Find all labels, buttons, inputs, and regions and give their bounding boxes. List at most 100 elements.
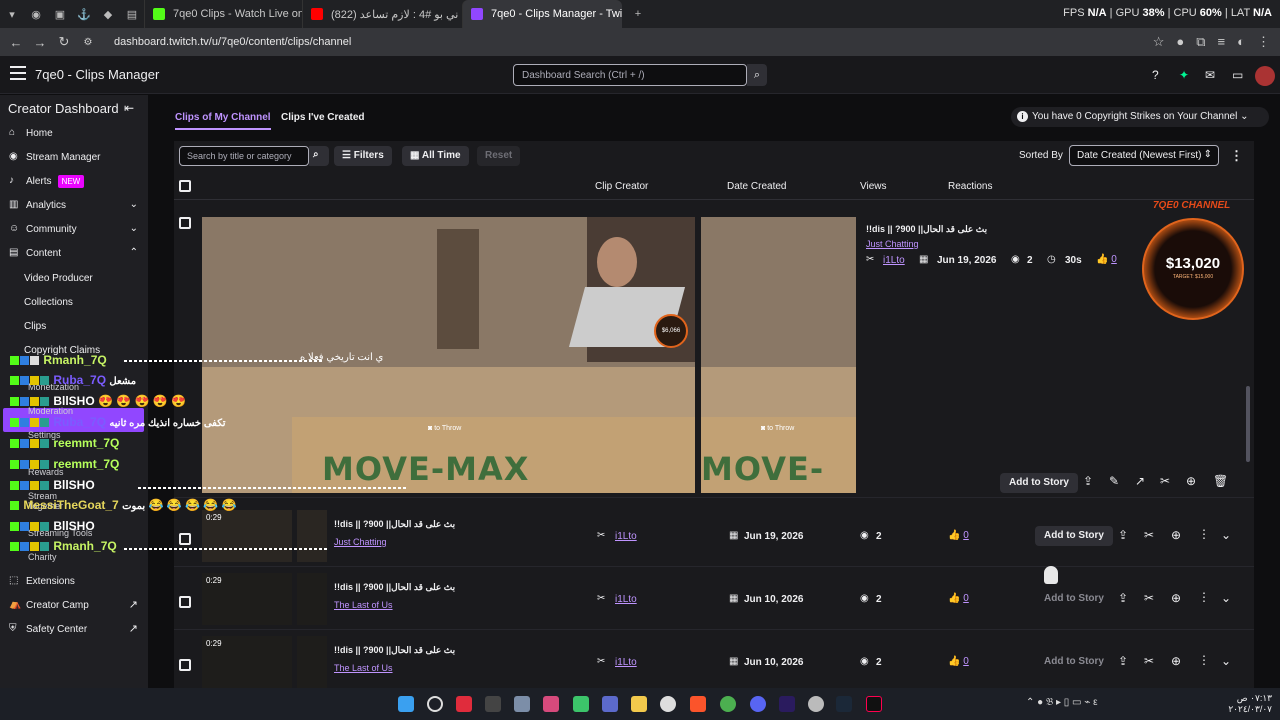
clip-search-input[interactable]: Search by title or category [179, 146, 309, 166]
share-icon[interactable]: ⇪ [1118, 528, 1128, 542]
scissors-icon[interactable]: ✂ [1144, 528, 1154, 542]
sort-select[interactable]: Date Created (Newest First) ⇕ [1069, 145, 1219, 166]
sidebar-item-home[interactable]: ⌂ Home [0, 122, 148, 144]
row-checkbox[interactable] [179, 659, 191, 671]
whispers-icon[interactable]: ▭ [1232, 68, 1243, 82]
app-icon[interactable] [808, 696, 824, 712]
new-tab-button[interactable]: + [626, 0, 650, 28]
more-options-icon[interactable]: ⋮ [1198, 653, 1210, 667]
sidebar-item-analytics[interactable]: ▥ Analytics ⌄ [0, 194, 148, 216]
add-to-story-button[interactable]: Add to Story [1035, 526, 1113, 546]
clip-preview-video[interactable]: MOVE-MAX $6,066 ◙ to Throw [202, 217, 695, 493]
reading-list-icon[interactable]: ≡ [1218, 34, 1226, 50]
start-menu-icon[interactable] [398, 696, 414, 712]
discord-icon[interactable] [750, 696, 766, 712]
clip-thumbnail[interactable]: 0:29 [202, 573, 292, 625]
brave-icon[interactable] [690, 696, 706, 712]
add-circle-icon[interactable]: ⊕ [1186, 474, 1196, 488]
pinned-tab-icon[interactable]: ◉ [24, 0, 48, 28]
add-to-story-button[interactable]: Add to Story [1000, 473, 1078, 493]
add-circle-icon[interactable]: ⊕ [1171, 528, 1181, 542]
share-icon[interactable]: ⇪ [1083, 474, 1093, 488]
extension-icon[interactable]: ● [1176, 34, 1184, 50]
column-header-clip-creator[interactable]: Clip Creator [595, 181, 648, 192]
scrollbar[interactable] [1246, 386, 1250, 462]
add-to-story-button[interactable]: Add to Story [1035, 589, 1113, 609]
thumbs-up-icon[interactable]: 👍 0 [1096, 254, 1117, 265]
search-icon[interactable]: ⌕ [309, 146, 329, 166]
browser-menu-icon[interactable]: ⋮ [1257, 34, 1270, 50]
add-to-story-button[interactable]: Add to Story [1035, 652, 1113, 672]
file-explorer-icon[interactable] [631, 696, 647, 712]
row-checkbox[interactable] [179, 596, 191, 608]
inbox-icon[interactable]: ✉ [1205, 68, 1215, 82]
sidebar-item-charity[interactable]: Charity [28, 552, 57, 562]
tab-clips-ive-created[interactable]: Clips I've Created [281, 112, 365, 123]
filters-button[interactable]: ☰ Filters [334, 146, 392, 166]
tab-list-icon[interactable]: ▾ [0, 0, 24, 28]
edit-pencil-icon[interactable]: ✎ [1109, 474, 1119, 488]
sidebar-item-video-producer[interactable]: Video Producer [24, 273, 93, 284]
thumbs-up-icon[interactable]: 👍 0 [948, 593, 969, 604]
add-circle-icon[interactable]: ⊕ [1171, 654, 1181, 668]
pinned-tab-icon[interactable]: ▣ [48, 0, 72, 28]
chevron-down-icon[interactable]: ⌄ [1221, 528, 1231, 542]
sidebar-item-safety-center[interactable]: ⛨ Safety Center ↗ [0, 618, 148, 640]
row-checkbox[interactable] [179, 533, 191, 545]
clip-creator-link[interactable]: i1Lto [615, 657, 637, 668]
sidebar-item-extensions[interactable]: ⬚ Extensions [0, 570, 148, 592]
column-header-views[interactable]: Views [860, 181, 887, 192]
delete-icon[interactable]: 🗑 [1213, 474, 1228, 488]
sidebar-item-creator-camp[interactable]: ⛺ Creator Camp ↗ [0, 594, 148, 616]
clip-category-link[interactable]: The Last of Us [334, 600, 393, 610]
clip-thumbnail[interactable]: MOVE-MAX ◙ to Throw [701, 217, 856, 493]
all-time-button[interactable]: ▦ All Time [402, 146, 469, 166]
more-options-icon[interactable]: ⋮ [1198, 527, 1210, 541]
sidebar-item-collections[interactable]: Collections [24, 297, 73, 308]
thumbs-up-icon[interactable]: 👍 0 [948, 530, 969, 541]
collapse-sidebar-icon[interactable]: ⇤ [124, 101, 134, 115]
app-icon[interactable] [573, 696, 589, 712]
tab-clips-of-my-channel[interactable]: Clips of My Channel [175, 112, 271, 130]
share-icon[interactable]: ⇪ [1118, 654, 1128, 668]
menu-icon[interactable] [10, 66, 26, 80]
add-circle-icon[interactable]: ⊕ [1171, 591, 1181, 605]
extensions-sparkle-icon[interactable]: ✦ [1179, 68, 1189, 82]
app-icon[interactable] [602, 696, 618, 712]
browser-tab[interactable]: 7qe0 Clips - Watch Live on Kick ✕ [144, 0, 302, 28]
extensions-puzzle-icon[interactable]: ⧉ [1196, 34, 1205, 50]
forward-icon[interactable]: → [28, 35, 52, 50]
chrome-icon[interactable] [720, 696, 736, 712]
tiktok-icon[interactable] [866, 696, 882, 712]
browser-tab-active[interactable]: 7qe0 - Clips Manager - Twit ✕ [462, 0, 622, 28]
avatar[interactable] [1255, 66, 1275, 86]
scissors-icon[interactable]: ✂ [1144, 654, 1154, 668]
browser-tab[interactable]: باص ني بو #4 : لازم تساعد (822) ✕ [302, 0, 462, 28]
site-info-icon[interactable]: ⚙ [76, 37, 100, 48]
clip-thumbnail[interactable]: 0:29 [202, 636, 292, 688]
dashboard-search-input[interactable]: Dashboard Search (Ctrl + /) [513, 64, 747, 86]
pinned-tab-icon[interactable]: ◆ [96, 0, 120, 28]
column-header-reactions[interactable]: Reactions [948, 181, 992, 192]
profile-icon[interactable]: ◐ [1237, 34, 1245, 50]
clip-creator-link[interactable]: i1Lto [883, 255, 905, 266]
open-external-icon[interactable]: ↗ [1135, 474, 1145, 488]
sidebar-item-content[interactable]: ▤ Content ⌃ [0, 242, 148, 264]
share-icon[interactable]: ⇪ [1118, 591, 1128, 605]
search-icon[interactable] [427, 696, 443, 712]
clip-creator-link[interactable]: i1Lto [615, 594, 637, 605]
sidebar-item-community[interactable]: ☺ Community ⌄ [0, 218, 148, 240]
more-options-icon[interactable]: ⋮ [1198, 590, 1210, 604]
copyright-strikes-dropdown[interactable]: i You have 0 Copyright Strikes on Your C… [1011, 107, 1269, 127]
premiere-icon[interactable] [779, 696, 795, 712]
row-checkbox[interactable] [179, 217, 191, 229]
clip-category-link[interactable]: The Last of Us [334, 663, 393, 673]
thumbs-up-icon[interactable]: 👍 0 [948, 656, 969, 667]
sidebar-item-clips[interactable]: Clips [24, 321, 46, 332]
chevron-down-icon[interactable]: ⌄ [1221, 591, 1231, 605]
app-icon[interactable] [485, 696, 501, 712]
steam-icon[interactable] [836, 696, 852, 712]
bookmark-star-icon[interactable]: ☆ [1153, 34, 1165, 50]
clip-creator-link[interactable]: i1Lto [615, 531, 637, 542]
more-options-icon[interactable]: ⋮ [1230, 148, 1243, 164]
